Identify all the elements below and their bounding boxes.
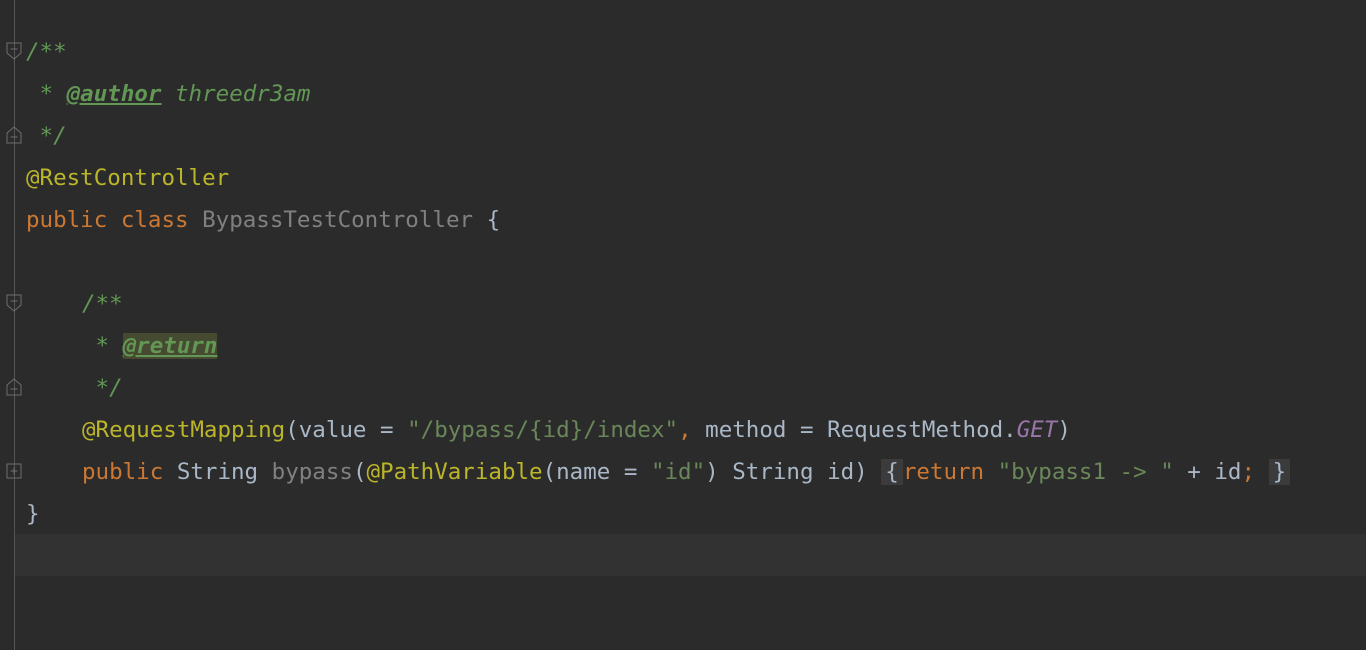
- javadoc-close: */: [82, 375, 123, 401]
- code-line-9[interactable]: */: [82, 367, 123, 409]
- keyword-class: class: [120, 207, 189, 233]
- mapping-comma: ,: [678, 417, 692, 443]
- code-line-10[interactable]: @RequestMapping(value = "/bypass/{id}/in…: [82, 409, 1071, 451]
- javadoc-author-tag[interactable]: @author: [67, 81, 162, 107]
- code-line-3[interactable]: */: [26, 115, 67, 157]
- javadoc-return-tag[interactable]: @return: [122, 333, 218, 359]
- fold-collapse-icon[interactable]: [6, 42, 22, 60]
- current-line-highlight: [15, 534, 1366, 576]
- javadoc-open: /**: [26, 39, 67, 65]
- return-string: "bypass1 -> ": [997, 459, 1174, 485]
- mapping-args-open: (value =: [285, 417, 408, 443]
- javadoc-star: *: [82, 333, 123, 359]
- request-method-get[interactable]: GET: [1017, 417, 1058, 443]
- fold-end-icon[interactable]: [6, 378, 22, 396]
- code-line-8[interactable]: * @return: [82, 325, 218, 367]
- code-line-1[interactable]: /**: [26, 31, 67, 73]
- class-close-brace: }: [26, 501, 40, 527]
- id-string: "id": [650, 459, 706, 485]
- semicolon: ;: [1241, 459, 1256, 485]
- javadoc-author-name: threedr3am: [161, 81, 311, 107]
- code-editor[interactable]: /** * @author threedr3am */ @RestControl…: [0, 0, 1366, 650]
- folded-body-open-brace[interactable]: {: [881, 459, 903, 485]
- code-line-12[interactable]: }: [26, 493, 40, 535]
- path-variable-args: (name =: [542, 459, 651, 485]
- mapping-path-string: "/bypass/{id}/index": [407, 417, 679, 443]
- folded-body-close-brace[interactable]: }: [1268, 459, 1291, 485]
- mapping-args-close: ): [1057, 417, 1071, 443]
- concat-expression: + id: [1173, 459, 1242, 485]
- javadoc-close: */: [26, 123, 67, 149]
- code-line-5[interactable]: public class BypassTestController {: [26, 199, 500, 241]
- keyword-return: return: [902, 459, 985, 485]
- keyword-public: public: [82, 459, 164, 485]
- path-variable-annotation[interactable]: @PathVariable: [366, 459, 542, 485]
- params-open: (: [352, 459, 367, 485]
- keyword-public: public: [26, 207, 108, 233]
- class-open-brace: {: [486, 207, 501, 233]
- fold-end-icon[interactable]: [6, 126, 22, 144]
- class-name[interactable]: BypassTestController: [202, 207, 473, 233]
- param-declaration: ) String id): [705, 459, 868, 485]
- request-mapping-annotation[interactable]: @RequestMapping: [82, 417, 285, 443]
- method-name[interactable]: bypass: [272, 459, 353, 485]
- code-line-7[interactable]: /**: [82, 283, 123, 325]
- return-type[interactable]: String: [177, 459, 258, 485]
- code-line-2[interactable]: * @author threedr3am: [26, 73, 311, 115]
- mapping-method-part: method = RequestMethod.: [691, 417, 1017, 443]
- fold-expand-icon[interactable]: [6, 463, 22, 481]
- fold-collapse-icon[interactable]: [6, 294, 22, 312]
- code-line-11[interactable]: public String bypass(@PathVariable(name …: [82, 451, 1291, 493]
- javadoc-star: *: [26, 81, 67, 107]
- code-line-4[interactable]: @RestController: [26, 157, 229, 199]
- javadoc-open: /**: [82, 291, 123, 317]
- rest-controller-annotation[interactable]: @RestController: [26, 165, 229, 191]
